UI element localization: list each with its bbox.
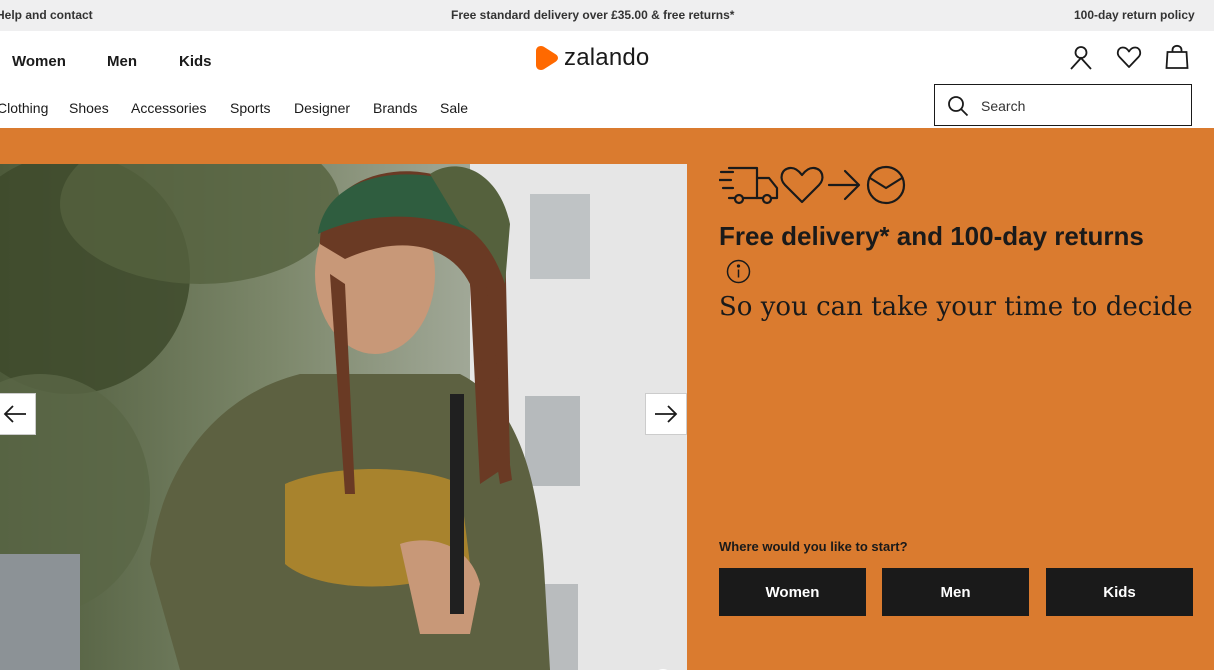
nav-shoes[interactable]: Shoes <box>69 100 109 116</box>
search-input[interactable] <box>979 93 1183 119</box>
arrow-right-icon <box>827 169 861 201</box>
nav-sports[interactable]: Sports <box>230 100 270 116</box>
help-contact-link[interactable]: Help and contact <box>0 8 93 22</box>
nav-designer[interactable]: Designer <box>294 100 350 116</box>
nav-clothing[interactable]: Clothing <box>0 100 48 116</box>
promo-title: Free delivery* and 100-day returns <box>719 221 1144 251</box>
hero-banner: Free delivery* and 100-day returns So yo… <box>0 128 1214 670</box>
nav-brands[interactable]: Brands <box>373 100 417 116</box>
start-men-button[interactable]: Men <box>882 568 1029 616</box>
promo-icons <box>719 165 906 205</box>
gender-tab-men[interactable]: Men <box>107 53 137 70</box>
returns-heart-icon <box>780 166 824 204</box>
zalando-logo[interactable]: zalando <box>535 44 649 72</box>
gender-tab-women[interactable]: Women <box>12 53 66 70</box>
carousel-next-button[interactable] <box>645 393 687 435</box>
hero-photo <box>0 164 687 670</box>
carousel-prev-button[interactable] <box>0 393 36 435</box>
nav-accessories[interactable]: Accessories <box>131 100 206 116</box>
promo-subtitle: So you can take your time to decide <box>719 292 1193 322</box>
arrow-left-icon <box>3 405 26 423</box>
gender-tab-kids[interactable]: Kids <box>179 53 212 70</box>
start-kids-button[interactable]: Kids <box>1046 568 1193 616</box>
info-icon[interactable] <box>726 259 751 284</box>
start-question: Where would you like to start? <box>719 539 908 554</box>
delivery-banner-text[interactable]: Free standard delivery over £35.00 & fre… <box>451 8 734 22</box>
arrow-right-icon <box>655 405 678 423</box>
site-header: Women Men Kids zalando Clothing Shoes Ac… <box>0 31 1214 129</box>
shopping-bag-icon[interactable] <box>1164 44 1190 70</box>
logo-text: zalando <box>564 44 650 71</box>
start-women-button[interactable]: Women <box>719 568 866 616</box>
logo-mark-icon <box>536 46 558 70</box>
nav-sale[interactable]: Sale <box>440 100 468 116</box>
top-bar: Help and contact Free standard delivery … <box>0 0 1214 31</box>
wishlist-heart-icon[interactable] <box>1116 44 1142 70</box>
search-icon <box>948 96 969 117</box>
search-box[interactable] <box>934 84 1192 126</box>
return-policy-link[interactable]: 100-day return policy <box>1074 8 1195 22</box>
parcel-icon <box>866 165 906 205</box>
delivery-truck-icon <box>719 166 779 205</box>
user-icon[interactable] <box>1068 44 1094 70</box>
